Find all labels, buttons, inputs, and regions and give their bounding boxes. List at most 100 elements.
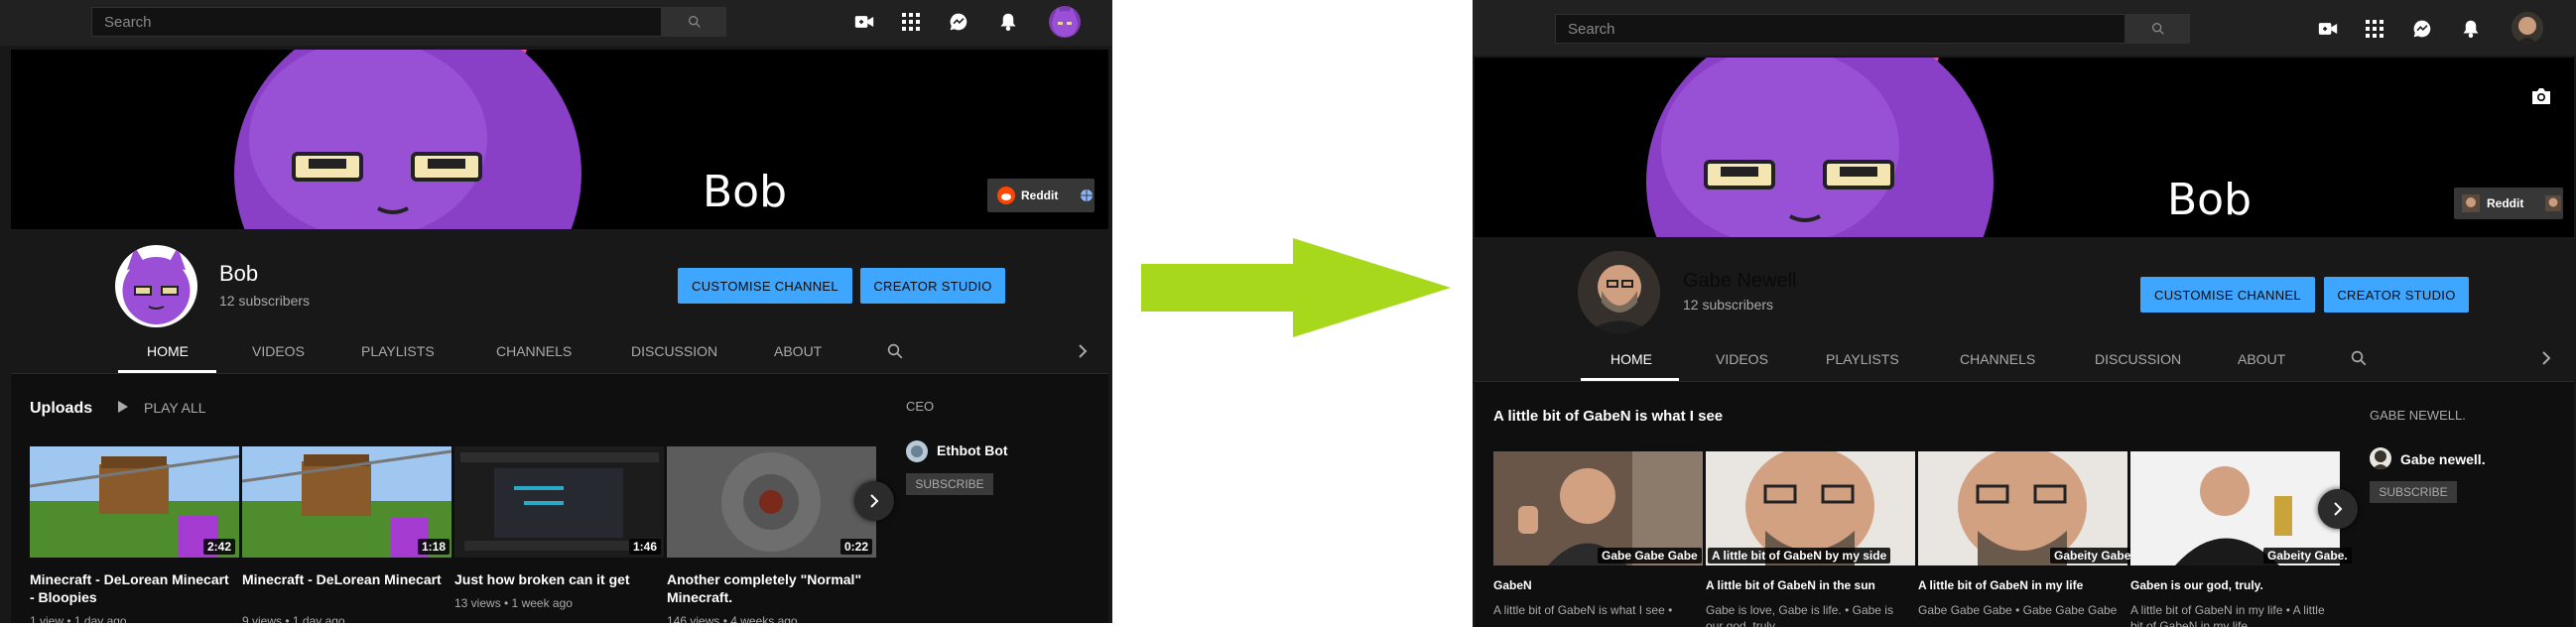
tabs-chevron-right-icon[interactable]	[1070, 338, 1095, 364]
tab-discussion[interactable]: DISCUSSION	[631, 343, 717, 359]
search-icon	[688, 15, 701, 28]
channel-name: Gabe Newell	[1683, 270, 1797, 292]
globe-icon[interactable]	[1080, 188, 1094, 202]
video-duration: A little bit of GabeN by my side	[1708, 548, 1891, 564]
tab-home[interactable]: HOME	[147, 343, 189, 359]
video-meta: A little bit of GabeN is what I see •	[1493, 603, 1673, 617]
apps-grid-icon[interactable]	[898, 9, 924, 35]
reddit-icon	[2462, 194, 2480, 212]
search-button[interactable]	[662, 7, 726, 37]
video-meta: 13 views • 1 week ago	[454, 596, 573, 610]
shelf-next-button[interactable]	[854, 481, 894, 521]
video-meta: 1 view • 1 day ago	[30, 614, 127, 623]
subscriber-count: 12 subscribers	[1683, 297, 1774, 313]
tab-videos[interactable]: VIDEOS	[252, 343, 305, 359]
play-icon[interactable]	[115, 398, 131, 416]
video-duration: Gabe Gabe Gabe	[1598, 548, 1702, 564]
tab-playlists[interactable]: PLAYLISTS	[361, 343, 435, 359]
video-title[interactable]: Gaben is our god, truly.	[2130, 578, 2334, 593]
channel-name: Bob	[219, 261, 259, 286]
video-meta: Gabe Gabe Gabe • Gabe Gabe Gabe	[1918, 603, 2118, 617]
tab-playlists[interactable]: PLAYLISTS	[1826, 351, 1899, 367]
tab-channels[interactable]: CHANNELS	[496, 343, 572, 359]
reddit-icon	[997, 187, 1015, 204]
messages-icon[interactable]	[2409, 16, 2435, 42]
top-bar: Search	[0, 0, 1112, 46]
search-button[interactable]	[2125, 14, 2190, 44]
featured-channel-avatar[interactable]	[906, 440, 928, 462]
chevron-right-icon	[2334, 502, 2343, 516]
featured-channels-heading: CEO	[906, 399, 935, 414]
search-input[interactable]: Search	[91, 7, 662, 37]
account-avatar[interactable]	[1049, 6, 1081, 38]
bell-icon[interactable]	[995, 9, 1021, 35]
banner-art	[11, 50, 1108, 229]
globe-icon[interactable]	[2545, 195, 2562, 211]
video-title[interactable]: Another completely "Normal" Minecraft.	[667, 571, 870, 606]
video-title[interactable]: Minecraft - DeLorean Minecart	[242, 571, 446, 589]
right-screenshot: Search Bob Reddit Gabe Newell 12 subscri…	[1473, 0, 2576, 627]
video-duration: 1:18	[418, 539, 451, 555]
channel-banner: Bob Reddit	[1475, 58, 2574, 237]
tab-videos[interactable]: VIDEOS	[1716, 351, 1768, 367]
featured-channel-name[interactable]: Ethbot Bot	[937, 442, 1008, 458]
channel-search-icon[interactable]	[2346, 345, 2372, 371]
account-avatar[interactable]	[2512, 12, 2543, 44]
video-title[interactable]: A little bit of GabeN in the sun	[1706, 578, 1909, 593]
video-duration: 2:42	[203, 539, 236, 555]
tab-channels[interactable]: CHANNELS	[1960, 351, 2035, 367]
video-title[interactable]: A little bit of GabeN in my life	[1918, 578, 2122, 593]
banner-text: Bob	[703, 167, 788, 217]
reddit-link-label[interactable]: Reddit	[2487, 196, 2523, 210]
featured-channel-name[interactable]: Gabe newell.	[2400, 451, 2486, 467]
reddit-link-label[interactable]: Reddit	[1021, 188, 1058, 202]
banner-text: Bob	[2167, 175, 2253, 225]
tab-discussion[interactable]: DISCUSSION	[2095, 351, 2181, 367]
section-title: A little bit of GabeN is what I see	[1493, 408, 1724, 425]
shelf-next-button[interactable]	[2318, 489, 2358, 529]
video-camera-icon[interactable]	[2315, 16, 2341, 42]
featured-channels-heading: GABE NEWELL.	[2370, 408, 2466, 423]
bell-icon[interactable]	[2458, 16, 2484, 42]
video-duration: 0:22	[840, 539, 873, 555]
tab-about[interactable]: ABOUT	[2238, 351, 2285, 367]
video-duration: Gabeity Gabe.	[2263, 548, 2352, 564]
subscribe-button[interactable]: SUBSCRIBE	[906, 473, 993, 495]
channel-avatar	[115, 245, 197, 327]
video-title[interactable]: Minecraft - DeLorean Minecart - Bloopies	[30, 571, 233, 606]
video-title[interactable]: GabeN	[1493, 578, 1697, 593]
video-camera-icon[interactable]	[851, 9, 877, 35]
channel-links[interactable]: Reddit	[2454, 188, 2563, 219]
chevron-right-icon	[870, 494, 879, 508]
customise-channel-button[interactable]: CUSTOMISE CHANNEL	[2140, 277, 2315, 313]
section-title: Uploads	[30, 400, 93, 417]
tabs-chevron-right-icon[interactable]	[2533, 345, 2559, 371]
tab-about[interactable]: ABOUT	[774, 343, 822, 359]
search-input[interactable]: Search	[1555, 14, 2125, 44]
creator-studio-button[interactable]: CREATOR STUDIO	[860, 268, 1005, 304]
creator-studio-button[interactable]: CREATOR STUDIO	[2324, 277, 2469, 313]
video-title[interactable]: Just how broken can it get	[454, 571, 658, 589]
channel-avatar	[1578, 251, 1660, 333]
subscribe-button[interactable]: SUBSCRIBE	[2370, 481, 2457, 503]
video-meta: A little bit of GabeN in my life • A lit…	[2130, 603, 2325, 627]
channel-banner: Bob Reddit	[11, 50, 1108, 229]
video-meta: 9 views • 1 day ago	[242, 614, 345, 623]
messages-icon[interactable]	[946, 9, 971, 35]
video-meta: 146 views • 4 weeks ago	[667, 614, 798, 623]
play-all-button[interactable]: PLAY ALL	[144, 400, 206, 416]
channel-links[interactable]: Reddit	[987, 179, 1095, 212]
channel-search-icon[interactable]	[882, 338, 908, 364]
video-duration: Gabeity Gabe.	[2050, 548, 2138, 564]
camera-icon[interactable]	[2527, 83, 2555, 109]
transition-arrow	[1141, 238, 1451, 337]
customise-channel-button[interactable]: CUSTOMISE CHANNEL	[678, 268, 852, 304]
top-bar: Search	[1473, 0, 2576, 56]
featured-channel-avatar[interactable]	[2370, 447, 2391, 469]
video-meta: Gabe is love, Gabe is life. • Gabe is ou…	[1706, 603, 1893, 627]
video-duration: 1:46	[629, 539, 662, 555]
search-icon	[2151, 22, 2164, 35]
subscriber-count: 12 subscribers	[219, 293, 311, 309]
tab-home[interactable]: HOME	[1610, 351, 1652, 367]
apps-grid-icon[interactable]	[2362, 16, 2387, 42]
